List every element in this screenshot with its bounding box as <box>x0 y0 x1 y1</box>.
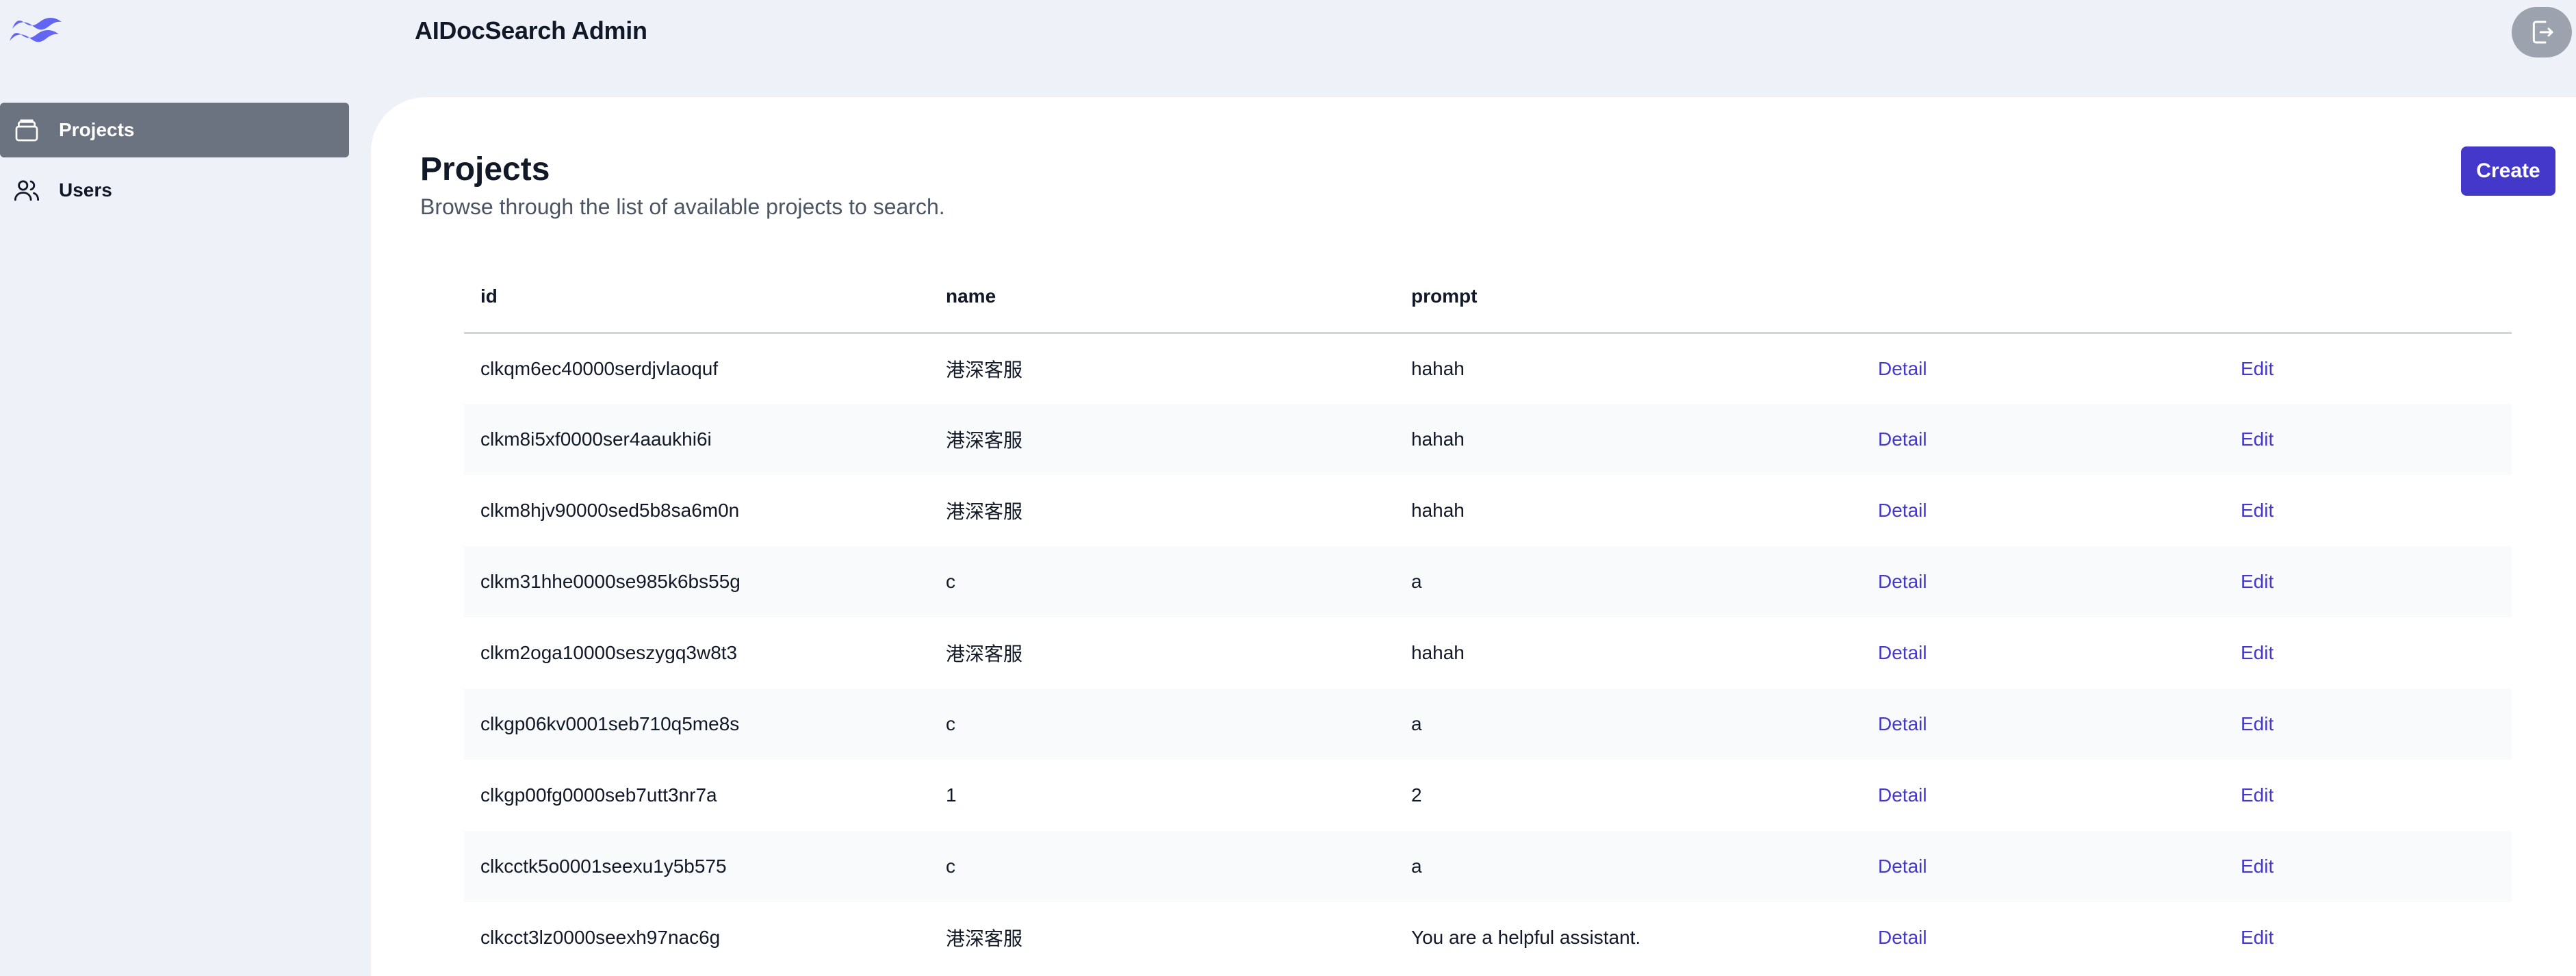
column-header-id: id <box>480 285 498 307</box>
projects-table: id name prompt clkqm6ec40000serdjvlaoquf… <box>464 261 2512 973</box>
app-title: AIDocSearch Admin <box>415 16 647 44</box>
cell-name: c <box>946 856 955 877</box>
page-subtitle: Browse through the list of available pro… <box>420 194 945 219</box>
cell-prompt: a <box>1411 571 1422 592</box>
detail-link[interactable]: Detail <box>1878 571 1927 592</box>
cell-name: 港深客服 <box>946 430 1023 451</box>
column-header-edit <box>2224 261 2512 333</box>
cell-prompt: hahah <box>1411 357 1465 379</box>
table-row: clkcctk5o0001seexu1y5b575 c a Detail Edi… <box>464 831 2512 902</box>
sidebar-item-label: Projects <box>59 119 135 140</box>
column-header-prompt: prompt <box>1411 285 1478 307</box>
edit-link[interactable]: Edit <box>2241 500 2274 521</box>
edit-link[interactable]: Edit <box>2241 642 2274 663</box>
cell-prompt: a <box>1411 713 1422 734</box>
edit-link[interactable]: Edit <box>2241 784 2274 806</box>
detail-link[interactable]: Detail <box>1878 500 1927 521</box>
table-row: clkm8i5xf0000ser4aaukhi6i 港深客服 hahah Det… <box>464 404 2512 475</box>
table-row: clkm31hhe0000se985k6bs55g c a Detail Edi… <box>464 546 2512 617</box>
detail-link[interactable]: Detail <box>1878 642 1927 663</box>
logout-icon <box>2532 21 2553 44</box>
table-row: clkm2oga10000seszygq3w8t3 港深客服 hahah Det… <box>464 617 2512 689</box>
cell-id: clkm2oga10000seszygq3w8t3 <box>480 642 738 663</box>
cell-prompt: You are a helpful assistant. <box>1411 927 1641 948</box>
edit-link[interactable]: Edit <box>2241 428 2274 450</box>
detail-link[interactable]: Detail <box>1878 856 1927 877</box>
table-row: clkgp00fg0000seb7utt3nr7a 1 2 Detail Edi… <box>464 760 2512 831</box>
cell-id: clkm8hjv90000sed5b8sa6m0n <box>480 500 740 521</box>
cell-name: 港深客服 <box>946 501 1023 522</box>
table-header-row: id name prompt <box>464 261 2512 333</box>
column-header-detail <box>1862 261 2224 333</box>
detail-link[interactable]: Detail <box>1878 713 1927 734</box>
cell-prompt: a <box>1411 856 1422 877</box>
folder-icon <box>12 116 41 144</box>
cell-id: clkgp06kv0001seb710q5me8s <box>480 713 740 734</box>
create-button[interactable]: Create <box>2461 146 2555 196</box>
cell-prompt: 2 <box>1411 784 1422 806</box>
edit-link[interactable]: Edit <box>2241 713 2274 734</box>
logout-button[interactable] <box>2512 7 2572 57</box>
sidebar: Projects Users <box>0 103 349 223</box>
edit-link[interactable]: Edit <box>2241 856 2274 877</box>
cell-prompt: hahah <box>1411 642 1465 663</box>
table-row: clkm8hjv90000sed5b8sa6m0n 港深客服 hahah Det… <box>464 475 2512 546</box>
cell-name: 港深客服 <box>946 359 1023 381</box>
cell-id: clkqm6ec40000serdjvlaoquf <box>480 357 719 379</box>
cell-name: c <box>946 571 955 592</box>
table-row: clkcct3lz0000seexh97nac6g 港深客服 You are a… <box>464 902 2512 973</box>
users-icon <box>12 176 41 205</box>
cell-prompt: hahah <box>1411 428 1465 450</box>
detail-link[interactable]: Detail <box>1878 428 1927 450</box>
cell-id: clkcct3lz0000seexh97nac6g <box>480 927 721 948</box>
column-header-name: name <box>946 285 996 307</box>
table-row: clkgp06kv0001seb710q5me8s c a Detail Edi… <box>464 689 2512 760</box>
app-logo-icon <box>8 15 63 48</box>
edit-link[interactable]: Edit <box>2241 927 2274 948</box>
sidebar-item-label: Users <box>59 179 112 201</box>
cell-prompt: hahah <box>1411 500 1465 521</box>
cell-name: c <box>946 713 955 734</box>
cell-id: clkgp00fg0000seb7utt3nr7a <box>480 784 717 806</box>
page-title: Projects <box>420 151 550 188</box>
table-row: clkqm6ec40000serdjvlaoquf 港深客服 hahah Det… <box>464 333 2512 404</box>
main-panel: Projects Browse through the list of avai… <box>371 97 2576 976</box>
detail-link[interactable]: Detail <box>1878 358 1927 379</box>
sidebar-item-users[interactable]: Users <box>0 163 349 218</box>
detail-link[interactable]: Detail <box>1878 927 1927 948</box>
cell-name: 1 <box>946 784 957 806</box>
cell-name: 港深客服 <box>946 643 1023 665</box>
cell-id: clkm8i5xf0000ser4aaukhi6i <box>480 428 712 450</box>
cell-id: clkcctk5o0001seexu1y5b575 <box>480 856 727 877</box>
edit-link[interactable]: Edit <box>2241 358 2274 379</box>
cell-name: 港深客服 <box>946 928 1023 949</box>
cell-id: clkm31hhe0000se985k6bs55g <box>480 571 740 592</box>
edit-link[interactable]: Edit <box>2241 571 2274 592</box>
sidebar-item-projects[interactable]: Projects <box>0 103 349 157</box>
detail-link[interactable]: Detail <box>1878 784 1927 806</box>
